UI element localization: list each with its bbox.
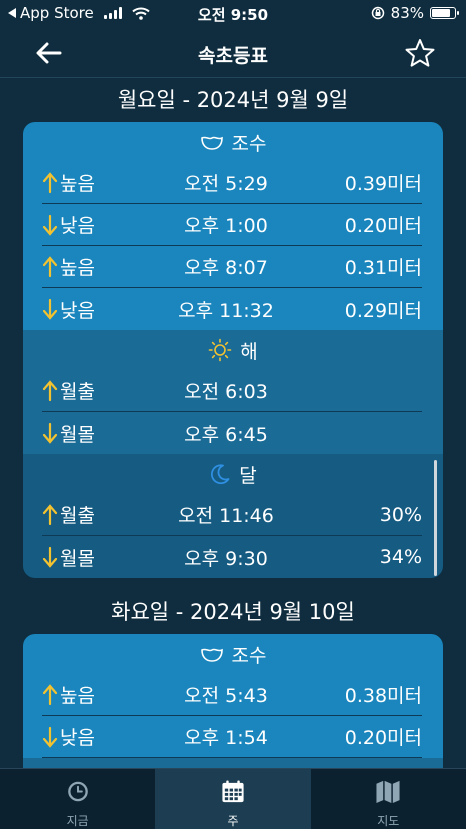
arrow-down-icon <box>42 422 58 444</box>
tide-type: 낮음 <box>60 215 95 237</box>
tide-row: 높음 오후 8:07 0.31미터 <box>42 246 422 288</box>
day-card: 조수 높음 오전 5:43 0.38미터 낮음 오후 1:54 0.20미터 <box>23 634 443 768</box>
tide-row: 낮음 오후 1:54 0.20미터 <box>42 716 422 758</box>
tab-bar: 지금 주 지도 <box>0 768 466 829</box>
moon-event: 월몰 <box>60 547 95 570</box>
moon-row: 월출 오전 11:46 30% <box>42 494 422 536</box>
day-card: 조수 높음 오전 5:29 0.39미터 낮음 오후 1:00 0.20미터 높… <box>23 122 443 578</box>
tide-type: 높음 <box>60 257 95 279</box>
arrow-up-icon <box>42 171 58 193</box>
star-favorite-icon[interactable] <box>404 37 436 69</box>
battery-percent: 83% <box>390 4 424 22</box>
tab-now[interactable]: 지금 <box>0 769 155 829</box>
sun-row: 월몰 오후 6:45 <box>42 412 422 454</box>
tide-time: 오전 5:29 <box>184 173 268 195</box>
sun-section <box>23 758 443 768</box>
moon-heading-label: 달 <box>239 464 257 487</box>
tide-row: 낮음 오후 1:00 0.20미터 <box>42 204 422 246</box>
moon-time: 오전 11:46 <box>178 505 274 527</box>
sun-heading-partial <box>23 758 443 768</box>
arrow-down-icon <box>42 546 58 568</box>
arrow-up-icon <box>42 683 58 705</box>
moon-row: 월몰 오후 9:30 34% <box>42 536 422 578</box>
map-icon <box>376 780 400 804</box>
battery-fill <box>432 9 451 17</box>
sun-event: 월몰 <box>60 423 95 446</box>
tide-type: 낮음 <box>60 727 95 749</box>
weekly-tide-list[interactable]: 월요일 - 2024년 9월 9일 조수 높음 오전 5:29 0.39미터 낮… <box>0 78 466 768</box>
tide-type: 높음 <box>60 173 95 195</box>
tide-height: 0.38미터 <box>344 685 422 707</box>
arrow-down-icon <box>42 726 58 748</box>
moon-illumination: 34% <box>379 546 422 568</box>
moon-time: 오후 9:30 <box>184 547 268 570</box>
tide-row: 높음 오전 5:29 0.39미터 <box>42 162 422 204</box>
arrow-up-icon <box>42 255 58 277</box>
tab-week[interactable]: 주 <box>155 769 311 829</box>
moon-icon <box>211 464 230 485</box>
tide-time: 오후 11:32 <box>178 299 274 322</box>
sun-time: 오후 6:45 <box>184 423 268 446</box>
tide-section: 조수 높음 오전 5:43 0.38미터 낮음 오후 1:54 0.20미터 <box>23 634 443 758</box>
tide-type: 낮음 <box>60 299 95 322</box>
sun-icon <box>208 338 232 362</box>
tide-row: 높음 오전 5:43 0.38미터 <box>42 674 422 716</box>
moon-heading: 달 <box>23 454 443 494</box>
tide-section: 조수 높음 오전 5:29 0.39미터 낮음 오후 1:00 0.20미터 높… <box>23 122 443 330</box>
sun-time: 오전 6:03 <box>184 381 268 403</box>
orientation-lock-icon <box>371 6 384 20</box>
battery-icon <box>430 7 459 19</box>
arrow-down-icon <box>42 298 58 320</box>
sun-heading: 해 <box>23 330 443 370</box>
clock-icon <box>67 781 88 802</box>
page-title: 속초등표 <box>198 45 268 67</box>
tide-height: 0.20미터 <box>344 727 422 749</box>
day-title: 화요일 - 2024년 9월 10일 <box>111 600 355 624</box>
tab-map[interactable]: 지도 <box>311 769 466 829</box>
tide-time: 오후 1:00 <box>184 215 268 237</box>
arrow-up-icon <box>42 379 58 401</box>
tide-height: 0.29미터 <box>344 299 422 322</box>
scrollbar[interactable] <box>434 460 437 576</box>
sun-section: 해 월출 오전 6:03 월몰 오후 6:45 <box>23 330 443 454</box>
tide-time: 오후 8:07 <box>184 257 268 279</box>
tide-height: 0.31미터 <box>344 257 422 279</box>
tide-row: 낮음 오후 11:32 0.29미터 <box>42 288 422 330</box>
navigation-bar: 속초등표 <box>0 28 466 78</box>
status-bar: App Store 오전 9:50 83% <box>0 0 466 28</box>
calendar-icon <box>222 780 244 803</box>
moon-illumination: 30% <box>379 503 422 526</box>
day-title: 월요일 - 2024년 9월 9일 <box>117 88 349 112</box>
tab-map-label: 지도 <box>377 814 400 828</box>
tide-bowl-icon <box>200 136 223 150</box>
arrow-up-icon <box>42 503 58 525</box>
tide-heading: 조수 <box>23 122 443 162</box>
tide-heading-label: 조수 <box>231 132 267 155</box>
tide-time: 오후 1:54 <box>184 727 268 749</box>
tab-now-label: 지금 <box>66 814 89 828</box>
tide-height: 0.39미터 <box>344 173 422 195</box>
sun-row: 월출 오전 6:03 <box>42 370 422 412</box>
tide-time: 오전 5:43 <box>184 685 268 707</box>
arrow-down-icon <box>42 214 58 236</box>
tide-heading-label: 조수 <box>231 644 267 667</box>
moon-event: 월출 <box>60 505 95 527</box>
tab-week-label: 주 <box>227 814 239 828</box>
tide-heading: 조수 <box>23 634 443 674</box>
moon-section: 달 월출 오전 11:46 30% 월몰 오후 9:30 34% <box>23 454 443 578</box>
sun-event: 월출 <box>60 381 95 403</box>
tide-type: 높음 <box>60 685 95 707</box>
tide-bowl-icon <box>200 648 223 662</box>
tide-height: 0.20미터 <box>344 215 422 237</box>
sun-heading-label: 해 <box>240 340 258 363</box>
